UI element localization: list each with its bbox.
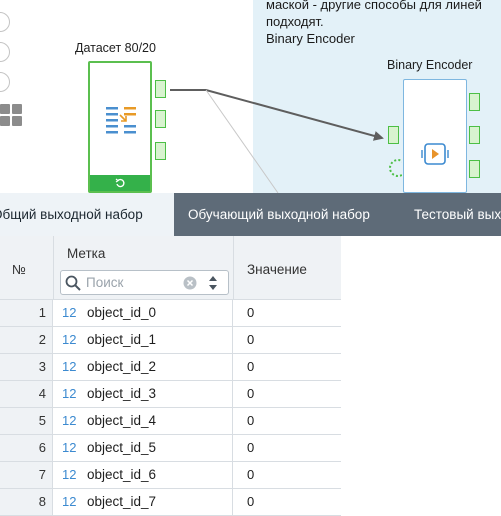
output-port[interactable]	[469, 126, 480, 144]
row-label: object_id_5	[87, 440, 157, 455]
binary-encoder-node[interactable]	[403, 79, 467, 193]
row-label: object_id_1	[87, 332, 157, 347]
table-row[interactable]: 7 12 object_id_6 0	[0, 462, 341, 489]
dataset-node-title: Датасет 80/20	[75, 41, 156, 55]
tab-label: Тестовый выходной набор	[414, 207, 501, 222]
clear-icon[interactable]	[183, 276, 197, 290]
output-port[interactable]	[469, 160, 480, 178]
numeric-type-icon: 12	[62, 467, 77, 482]
row-number: 6	[0, 435, 53, 461]
table-row[interactable]: 1 12 object_id_0 0	[0, 300, 341, 327]
numeric-type-icon: 12	[62, 386, 77, 401]
numeric-type-icon: 12	[62, 359, 77, 374]
row-value: 0	[247, 494, 255, 509]
search-icon	[65, 275, 81, 291]
dataset-split-icon	[106, 107, 136, 134]
tab-training-output[interactable]: Обучающий выходной набор	[174, 193, 390, 236]
tab-label: Общий выходной набор	[0, 207, 143, 222]
tab-general-output[interactable]: Общий выходной набор	[0, 193, 174, 236]
row-number: 1	[0, 300, 53, 326]
numeric-type-icon: 12	[62, 332, 77, 347]
row-number: 4	[0, 381, 53, 407]
output-tabs: Общий выходной набор Обучающий выходной …	[0, 193, 501, 236]
loading-icon	[389, 159, 402, 177]
row-label: object_id_3	[87, 386, 157, 401]
search-field[interactable]	[60, 270, 229, 295]
row-value: 0	[247, 332, 255, 347]
column-header-label[interactable]: Метка	[67, 246, 105, 261]
row-label: object_id_0	[87, 305, 157, 320]
row-number: 7	[0, 462, 53, 488]
table-row[interactable]: 4 12 object_id_3 0	[0, 381, 341, 408]
tab-label: Обучающий выходной набор	[188, 207, 370, 222]
numeric-type-icon: 12	[62, 413, 77, 428]
row-number: 3	[0, 354, 53, 380]
input-port[interactable]	[388, 126, 399, 144]
table-row[interactable]: 2 12 object_id_1 0	[0, 327, 341, 354]
data-table: № Метка Значение 1 12 object_id_0 0	[0, 236, 501, 516]
table-header: № Метка Значение	[0, 236, 341, 300]
binary-encoder-node-title: Binary Encoder	[387, 58, 473, 72]
table-row[interactable]: 6 12 object_id_5 0	[0, 435, 341, 462]
row-label: object_id_2	[87, 359, 157, 374]
connection-arrow	[170, 89, 384, 141]
sort-toggle-icon[interactable]	[207, 274, 219, 292]
column-header-number[interactable]: №	[12, 262, 26, 277]
workflow-canvas[interactable]: маской - другие способы для линей подход…	[0, 0, 501, 193]
table-row[interactable]: 3 12 object_id_2 0	[0, 354, 341, 381]
row-number: 5	[0, 408, 53, 434]
numeric-type-icon: 12	[62, 305, 77, 320]
column-header-value[interactable]: Значение	[247, 262, 307, 277]
row-value: 0	[247, 413, 255, 428]
tab-test-output[interactable]: Тестовый выходной набор	[390, 193, 501, 236]
search-input[interactable]	[86, 273, 181, 292]
output-port[interactable]	[469, 93, 480, 111]
numeric-type-icon: 12	[62, 440, 77, 455]
output-port-test[interactable]	[155, 142, 166, 160]
row-label: object_id_4	[87, 413, 157, 428]
connection-line	[205, 89, 279, 193]
row-value: 0	[247, 305, 255, 320]
output-port-all[interactable]	[155, 80, 166, 98]
output-port-train[interactable]	[155, 110, 166, 128]
dataset-node[interactable]	[88, 61, 152, 193]
table-body: 1 12 object_id_0 0 2 12 object_id_1 0 3 12…	[0, 300, 341, 516]
table-row[interactable]: 8 12 object_id_7 0	[0, 489, 341, 516]
row-value: 0	[247, 440, 255, 455]
row-value: 0	[247, 386, 255, 401]
row-value: 0	[247, 467, 255, 482]
row-number: 2	[0, 327, 53, 353]
row-value: 0	[247, 359, 255, 374]
row-number: 8	[0, 489, 53, 515]
row-label: object_id_7	[87, 494, 157, 509]
table-row[interactable]: 5 12 object_id_4 0	[0, 408, 341, 435]
refresh-icon	[115, 178, 125, 188]
row-label: object_id_6	[87, 467, 157, 482]
dataset-node-footer[interactable]	[90, 175, 150, 191]
numeric-type-icon: 12	[62, 494, 77, 509]
run-node-icon[interactable]	[420, 140, 450, 168]
